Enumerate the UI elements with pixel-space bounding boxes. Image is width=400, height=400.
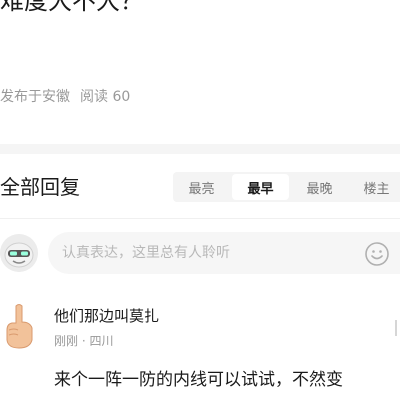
replies-title: 全部回复: [0, 175, 80, 199]
reply-composer: [0, 232, 400, 274]
hand-avatar-icon[interactable]: [0, 302, 38, 350]
post-title: 难度大不大？: [0, 0, 144, 15]
tab-hottest[interactable]: 最亮: [173, 172, 230, 202]
smiley-icon[interactable]: [364, 241, 390, 267]
sort-tabs: 最亮 最早 最晚 楼主: [173, 172, 400, 202]
user-avatar-icon[interactable]: [0, 234, 38, 272]
tab-op-only[interactable]: 楼主: [348, 172, 400, 202]
post-reads: 阅读 60: [80, 89, 131, 105]
tab-earliest[interactable]: 最早: [232, 174, 289, 200]
reply-input[interactable]: [48, 232, 400, 274]
section-divider: [0, 144, 400, 154]
post-location: 发布于安徽: [0, 89, 70, 105]
comment-meta: 刚刚 · 四川: [54, 334, 114, 348]
replies-header: 全部回复 最亮 最早 最晚 楼主: [0, 170, 400, 204]
more-options-handle[interactable]: [395, 320, 397, 336]
comment-body[interactable]: 来个一阵一防的内线可以试试，不然变: [54, 368, 343, 392]
post-meta: 发布于安徽 阅读 60: [0, 88, 130, 106]
comment-author[interactable]: 他们那边叫莫扎: [54, 306, 159, 326]
header-divider: [0, 218, 400, 219]
tab-latest[interactable]: 最晚: [291, 172, 348, 202]
